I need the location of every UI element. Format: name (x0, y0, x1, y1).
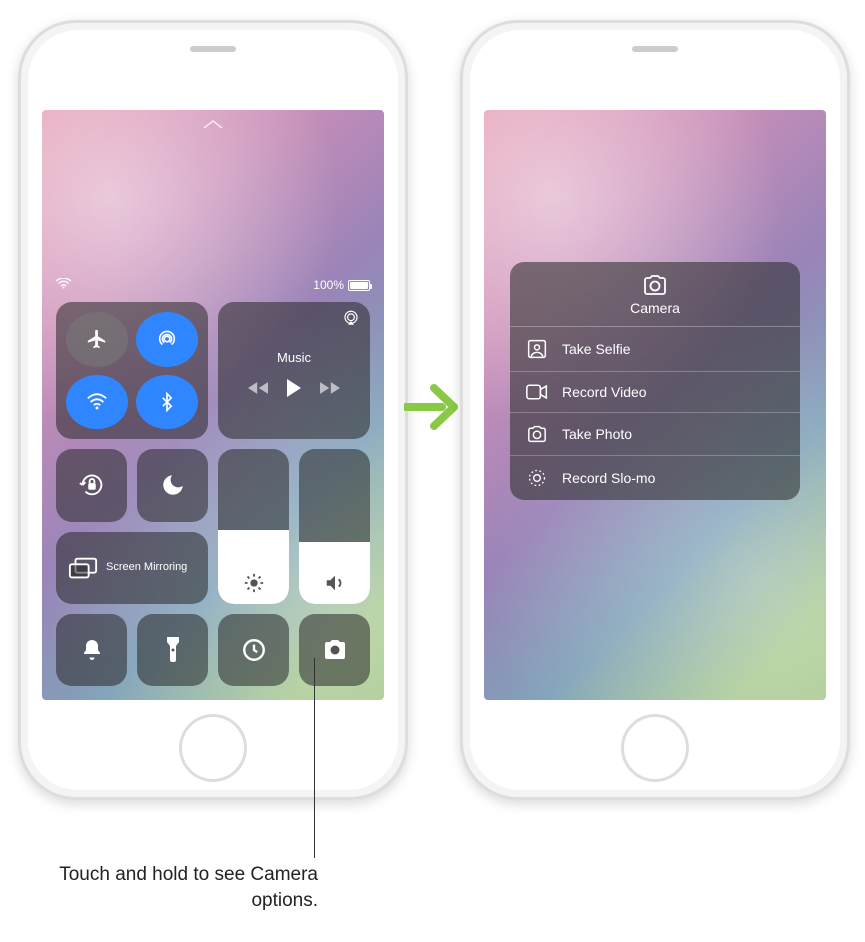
home-button[interactable] (179, 714, 247, 782)
camera-menu-title: Camera (630, 300, 680, 316)
callout-text: Touch and hold to see Camera options. (48, 862, 318, 913)
play-button[interactable] (286, 379, 302, 397)
music-title: Music (277, 350, 311, 365)
camera-menu-header: Camera (510, 262, 800, 327)
airplane-mode-button[interactable] (66, 312, 128, 367)
connectivity-platter[interactable] (56, 302, 208, 439)
control-center-grid: Music (56, 302, 370, 686)
orientation-lock-button[interactable] (56, 449, 127, 521)
screen-left: 100% (42, 110, 384, 700)
chevron-up-icon (203, 116, 223, 132)
slomo-icon (526, 468, 548, 488)
camera-action-slomo[interactable]: Record Slo-mo (510, 456, 800, 500)
battery-icon (348, 280, 370, 291)
camera-action-label: Take Photo (562, 426, 632, 442)
battery-percent-text: 100% (313, 278, 344, 292)
bluetooth-button[interactable] (136, 375, 198, 430)
wifi-status-icon (56, 278, 71, 292)
screen-mirroring-label: Screen Mirroring (106, 561, 187, 574)
home-button[interactable] (621, 714, 689, 782)
camera-icon (322, 639, 348, 661)
earpiece (632, 46, 678, 52)
camera-action-label: Record Slo-mo (562, 470, 655, 486)
screen-right: Camera Take Selfie Record Video (484, 110, 826, 700)
wifi-button[interactable] (66, 375, 128, 430)
airplay-icon[interactable] (342, 310, 360, 326)
moon-icon (160, 472, 186, 498)
selfie-icon (526, 339, 548, 359)
bell-icon (80, 638, 104, 662)
camera-action-photo[interactable]: Take Photo (510, 413, 800, 456)
timer-button[interactable] (218, 614, 289, 686)
do-not-disturb-button[interactable] (137, 449, 208, 521)
camera-quick-actions-menu: Camera Take Selfie Record Video (510, 262, 800, 500)
music-platter[interactable]: Music (218, 302, 370, 439)
camera-action-label: Record Video (562, 384, 647, 400)
camera-icon (641, 274, 669, 296)
camera-action-label: Take Selfie (562, 341, 630, 357)
screen-mirroring-icon (68, 556, 98, 580)
photo-icon (526, 425, 548, 443)
airdrop-button[interactable] (136, 312, 198, 367)
video-icon (526, 384, 548, 400)
camera-action-selfie[interactable]: Take Selfie (510, 327, 800, 372)
ring-silent-button[interactable] (56, 614, 127, 686)
brightness-slider[interactable] (218, 449, 289, 604)
brightness-icon (243, 572, 265, 594)
fast-forward-button[interactable] (320, 381, 340, 395)
airdrop-icon (156, 328, 178, 350)
orientation-lock-icon (77, 470, 107, 500)
camera-action-video[interactable]: Record Video (510, 372, 800, 413)
airplane-icon (86, 328, 108, 350)
flashlight-icon (165, 637, 181, 663)
device-left: 100% (18, 20, 408, 800)
status-bar: 100% (56, 278, 370, 292)
timer-icon (241, 637, 267, 663)
music-controls (248, 379, 340, 397)
callout-leader-line (314, 658, 315, 858)
camera-button[interactable] (299, 614, 370, 686)
bluetooth-icon (157, 392, 177, 412)
battery-status: 100% (313, 278, 370, 292)
device-right: Camera Take Selfie Record Video (460, 20, 850, 800)
wifi-icon (86, 391, 108, 413)
transition-arrow-icon (404, 380, 460, 439)
screen-mirroring-button[interactable]: Screen Mirroring (56, 532, 208, 604)
earpiece (190, 46, 236, 52)
rewind-button[interactable] (248, 381, 268, 395)
figure: 100% (0, 0, 865, 942)
volume-icon (324, 572, 346, 594)
flashlight-button[interactable] (137, 614, 208, 686)
volume-slider[interactable] (299, 449, 370, 604)
